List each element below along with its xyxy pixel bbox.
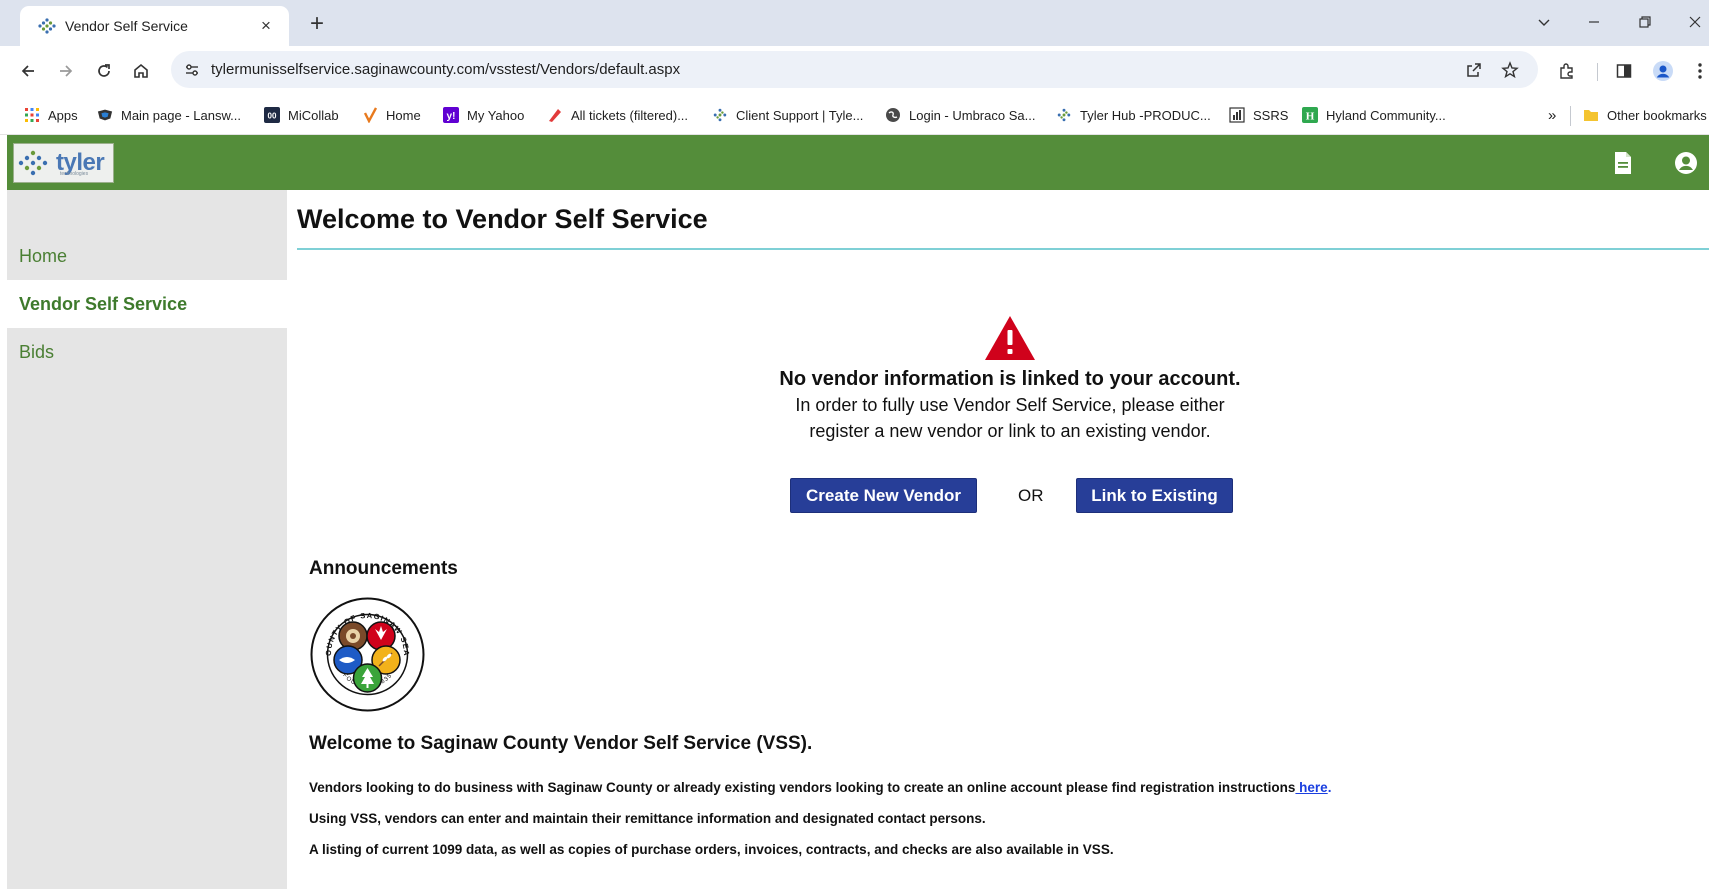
extensions-icon[interactable] xyxy=(1553,57,1581,85)
home-icon[interactable] xyxy=(127,57,155,85)
globe-icon xyxy=(885,107,901,123)
bookmark-all-tickets[interactable]: All tickets (filtered)... xyxy=(547,104,688,126)
logo-subtext: technologies xyxy=(60,171,89,177)
sidebar-item-home[interactable]: Home xyxy=(7,232,287,280)
bookmark-label: SSRS xyxy=(1253,107,1289,123)
reload-icon[interactable] xyxy=(90,57,118,85)
title-divider xyxy=(297,248,1709,250)
bookmark-apps[interactable]: Apps xyxy=(24,104,78,126)
bookmark-home[interactable]: Home xyxy=(362,104,421,126)
bookmark-client-support[interactable]: Client Support | Tyle... xyxy=(712,104,863,126)
browser-tab[interactable]: Vendor Self Service × xyxy=(20,6,289,46)
sidebar-nav: Home Vendor Self Service Bids xyxy=(7,190,287,889)
bookmark-lansweeper[interactable]: Main page - Lansw... xyxy=(97,104,241,126)
announcement-period: . xyxy=(1327,780,1332,795)
yahoo-icon: y! xyxy=(443,107,459,123)
bookmark-label: Apps xyxy=(48,107,78,123)
link-to-existing-button[interactable]: Link to Existing xyxy=(1076,478,1233,513)
bookmark-star-icon[interactable] xyxy=(1497,57,1523,83)
bookmark-label: My Yahoo xyxy=(467,107,525,123)
toolbar-divider xyxy=(1597,63,1598,81)
tab-title: Vendor Self Service xyxy=(65,18,188,34)
tyler-icon xyxy=(712,107,728,123)
or-separator: OR xyxy=(1018,486,1044,505)
bookmark-label: All tickets (filtered)... xyxy=(571,107,689,123)
document-icon[interactable] xyxy=(1609,149,1637,177)
announcement-text: Vendors looking to do business with Sagi… xyxy=(309,780,1296,795)
bookmark-ssrs[interactable]: SSRS xyxy=(1229,104,1288,126)
bookmark-label: Other bookmarks xyxy=(1607,107,1707,123)
announcement-paragraph-1: Vendors looking to do business with Sagi… xyxy=(309,780,1331,795)
notice-heading: No vendor information is linked to your … xyxy=(779,368,1241,390)
address-bar[interactable]: tylermunisselfservice.saginawcounty.com/… xyxy=(171,51,1538,88)
hyland-icon: H xyxy=(1302,107,1318,123)
tab-close-icon[interactable]: × xyxy=(255,15,277,37)
lansweeper-icon xyxy=(97,107,113,123)
bookmark-tyler-hub[interactable]: Tyler Hub -PRODUC... xyxy=(1056,104,1211,126)
tyler-logo[interactable]: tyler technologies xyxy=(13,143,114,183)
tyler-favicon-icon xyxy=(38,18,56,34)
app-header: tyler technologies xyxy=(7,135,1709,190)
notice-text-line-2: register a new vendor or link to an exis… xyxy=(809,421,1211,441)
announcements-heading: Announcements xyxy=(309,558,458,579)
web-page: tyler technologies Home Vendor Self Serv… xyxy=(7,135,1709,889)
bookmarks-divider xyxy=(1570,106,1571,126)
bookmark-label: Login - Umbraco Sa... xyxy=(909,107,1036,123)
announcement-paragraph-3: A listing of current 1099 data, as well … xyxy=(309,842,1114,857)
new-tab-button[interactable]: + xyxy=(303,10,331,38)
announcement-paragraph-2: Using VSS, vendors can enter and maintai… xyxy=(309,811,986,826)
restore-icon[interactable] xyxy=(1631,8,1659,36)
saginaw-county-seal-logo: COUNTY OF SAGINAW SEAL FOUNDED 1835 xyxy=(309,596,425,712)
bookmark-my-yahoo[interactable]: y! My Yahoo xyxy=(443,104,524,126)
tyler-logo-mark-icon xyxy=(18,150,48,176)
registration-instructions-link[interactable]: here xyxy=(1295,780,1328,795)
apps-grid-icon xyxy=(24,107,40,123)
user-account-icon[interactable] xyxy=(1672,149,1700,177)
main-content: Welcome to Vendor Self Service No vendor… xyxy=(297,190,1709,889)
bookmark-label: Client Support | Tyle... xyxy=(736,107,864,123)
share-icon[interactable] xyxy=(1461,57,1487,83)
announcement-title: Welcome to Saginaw County Vendor Self Se… xyxy=(309,733,813,754)
bookmark-label: Home xyxy=(386,107,421,123)
bookmark-label: Tyler Hub -PRODUC... xyxy=(1080,107,1211,123)
bookmark-micollab[interactable]: 00 MiCollab xyxy=(264,104,339,126)
forward-icon[interactable] xyxy=(52,57,80,85)
checkmark-icon xyxy=(362,107,378,123)
other-bookmarks-folder[interactable]: Other bookmarks xyxy=(1583,104,1707,126)
bookmarks-overflow-button[interactable]: » xyxy=(1548,104,1556,126)
svg-text:H: H xyxy=(1306,111,1315,123)
bookmarks-bar: Apps Main page - Lansw... 00 MiCollab Ho… xyxy=(0,96,1709,135)
minimize-icon[interactable] xyxy=(1580,8,1608,36)
profile-icon[interactable] xyxy=(1649,57,1677,85)
side-panel-icon[interactable] xyxy=(1610,57,1638,85)
micollab-icon: 00 xyxy=(264,107,280,123)
browser-toolbar: tylermunisselfservice.saginawcounty.com/… xyxy=(0,46,1709,96)
folder-icon xyxy=(1583,107,1599,123)
close-window-icon[interactable] xyxy=(1681,8,1709,36)
warning-icon xyxy=(985,316,1035,360)
tab-search-icon[interactable] xyxy=(1530,8,1558,36)
create-new-vendor-button[interactable]: Create New Vendor xyxy=(790,478,977,513)
url-text[interactable]: tylermunisselfservice.saginawcounty.com/… xyxy=(211,61,680,78)
back-icon[interactable] xyxy=(14,57,42,85)
report-icon xyxy=(1229,107,1245,123)
bookmark-label: Main page - Lansw... xyxy=(121,107,241,123)
bookmark-hyland[interactable]: H Hyland Community... xyxy=(1302,104,1446,126)
bookmark-label: MiCollab xyxy=(288,107,339,123)
sidebar-item-vendor-self-service[interactable]: Vendor Self Service xyxy=(7,280,287,328)
svg-text:00: 00 xyxy=(268,112,277,121)
bookmark-label: Hyland Community... xyxy=(1326,107,1446,123)
page-title: Welcome to Vendor Self Service xyxy=(297,204,708,234)
site-info-icon[interactable] xyxy=(179,62,205,78)
tyler-icon xyxy=(1056,107,1072,123)
svg-text:y!: y! xyxy=(447,111,456,122)
browser-tab-strip: Vendor Self Service × + xyxy=(0,0,1709,46)
bookmark-umbraco[interactable]: Login - Umbraco Sa... xyxy=(885,104,1035,126)
ticket-icon xyxy=(547,107,563,123)
sidebar-item-bids[interactable]: Bids xyxy=(7,328,287,376)
menu-dots-icon[interactable] xyxy=(1686,57,1709,85)
notice-text-line-1: In order to fully use Vendor Self Servic… xyxy=(795,395,1225,415)
